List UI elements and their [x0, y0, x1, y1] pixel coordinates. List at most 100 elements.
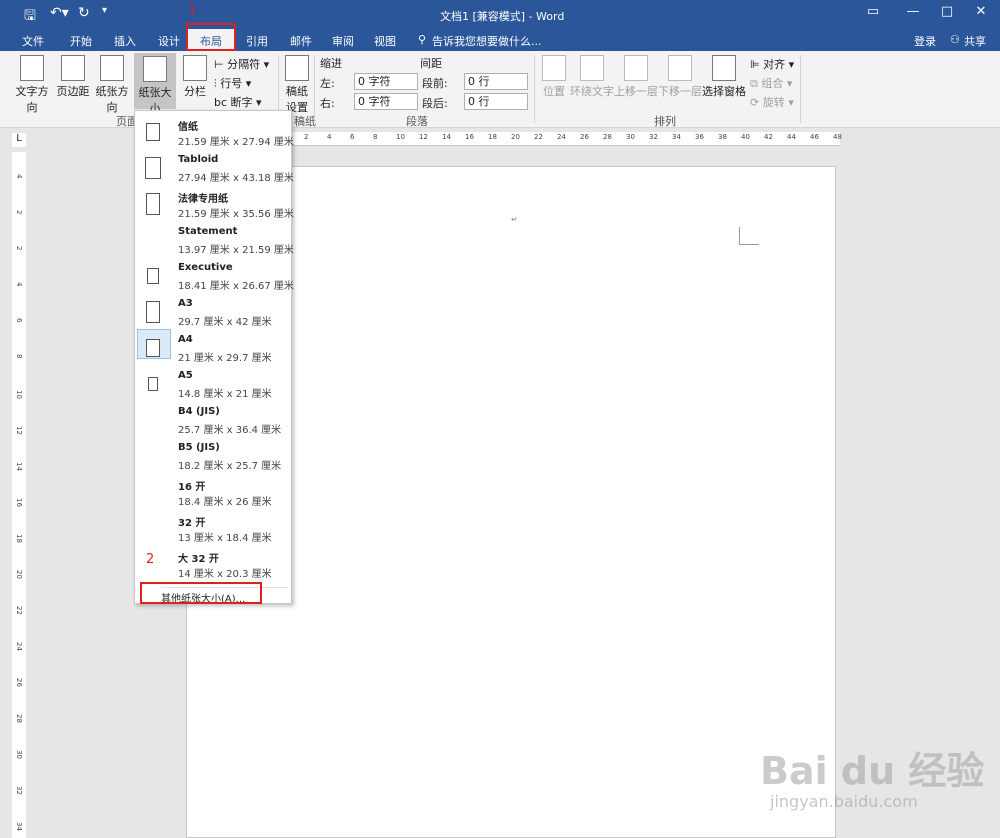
- tab-selector[interactable]: L: [12, 133, 26, 147]
- ruler-tick: 12: [15, 426, 23, 435]
- paper-size-name: 32 开: [178, 518, 206, 529]
- ruler-tick: 26: [580, 133, 589, 141]
- paper-size-item[interactable]: 法律专用纸 21.59 厘米 x 35.56 厘米: [135, 186, 294, 222]
- columns-button[interactable]: 分栏: [180, 55, 210, 99]
- paper-icon: [146, 339, 160, 357]
- ruler-tick: 12: [419, 133, 428, 141]
- columns-icon: [183, 55, 207, 81]
- paper-size-dropdown: 信纸 21.59 厘米 x 27.94 厘米 Tabloid 27.94 厘米 x 4…: [134, 110, 294, 605]
- tab-insert[interactable]: 插入: [114, 33, 136, 49]
- orientation-button[interactable]: 纸张方向: [92, 55, 132, 115]
- align-button[interactable]: ⊫ 对齐 ▾: [750, 56, 794, 72]
- share-button[interactable]: 共享: [964, 33, 986, 49]
- paper-size-item[interactable]: Tabloid 27.94 厘米 x 43.18 厘米: [135, 150, 294, 186]
- send-backward-button[interactable]: 下移一层: [658, 55, 702, 99]
- align-label: 对齐: [763, 58, 786, 71]
- paper-size-item[interactable]: 16 开 18.4 厘米 x 26 厘米: [135, 474, 291, 510]
- ruler-tick: 4: [15, 174, 23, 179]
- group-draft: 稿纸: [294, 115, 316, 128]
- paper-size-item[interactable]: A3 29.7 厘米 x 42 厘米: [135, 294, 291, 330]
- paper-size-name: B4 (JIS): [178, 406, 220, 417]
- ruler-tick: 8: [15, 354, 23, 359]
- bring-forward-icon: [624, 55, 648, 81]
- tab-mailings[interactable]: 邮件: [290, 33, 312, 49]
- hyphenation-button[interactable]: bc 断字 ▾: [214, 94, 262, 110]
- size-icon: [143, 56, 167, 82]
- paper-size-name: Tabloid: [178, 154, 219, 165]
- minimize-icon[interactable]: —: [898, 4, 928, 19]
- indent-heading: 缩进: [320, 57, 342, 70]
- paper-size-dimensions: 18.41 厘米 x 26.67 厘米: [178, 281, 294, 292]
- spacing-before-input[interactable]: 0 行: [464, 73, 528, 90]
- horizontal-ruler[interactable]: 2 4 6 8 10 12 14 16 18 20 22 24 26 28 30 32 34 36 38 40 42 44…: [292, 132, 842, 146]
- tab-design[interactable]: 设计: [158, 33, 180, 49]
- paper-size-dimensions: 13 厘米 x 18.4 厘米: [178, 533, 272, 544]
- ruler-tick: 2: [15, 210, 23, 215]
- vertical-ruler[interactable]: 4 2 2 4 6 8 10 12 14 16 18 20 22 24 26 28 30 32 34: [12, 152, 26, 838]
- group-objects-button[interactable]: ⧉ 组合 ▾: [750, 75, 792, 91]
- watermark-brand: Bai du 经验: [760, 749, 985, 793]
- tab-view[interactable]: 视图: [374, 33, 396, 49]
- spacing-after-input[interactable]: 0 行: [464, 93, 528, 110]
- ruler-tick: 14: [442, 133, 451, 141]
- customize-qat-icon[interactable]: ▾: [102, 5, 107, 16]
- paper-size-dimensions: 29.7 厘米 x 42 厘米: [178, 317, 272, 328]
- line-numbers-button[interactable]: ⫶ 行号 ▾: [214, 75, 251, 91]
- close-icon[interactable]: ✕: [966, 4, 996, 19]
- ruler-tick: 22: [534, 133, 543, 141]
- paper-size-item[interactable]: B4 (JIS) 25.7 厘米 x 36.4 厘米: [135, 402, 291, 438]
- selection-pane-icon: [712, 55, 736, 81]
- tab-home[interactable]: 开始: [70, 33, 92, 49]
- tab-file[interactable]: 文件: [22, 33, 44, 49]
- paper-size-item[interactable]: 大 32 开 14 厘米 x 20.3 厘米: [135, 546, 291, 582]
- save-icon[interactable]: 🖫: [24, 5, 36, 29]
- paper-size-dimensions: 21 厘米 x 29.7 厘米: [178, 353, 272, 364]
- breaks-button[interactable]: ⊢ 分隔符 ▾: [214, 56, 269, 72]
- indent-right-input[interactable]: 0 字符: [354, 93, 418, 110]
- paper-size-dimensions: 27.94 厘米 x 43.18 厘米: [178, 173, 294, 184]
- paper-size-item[interactable]: A5 14.8 厘米 x 21 厘米: [135, 366, 291, 402]
- paper-size-name: 16 开: [178, 482, 206, 493]
- draft-settings-button[interactable]: 稿纸设置: [284, 55, 310, 115]
- tab-review[interactable]: 审阅: [332, 33, 354, 49]
- redo-icon[interactable]: ↻: [78, 5, 90, 21]
- paper-size-item[interactable]: A4 21 厘米 x 29.7 厘米: [135, 330, 291, 366]
- ruler-tick: 8: [373, 133, 378, 141]
- indent-left-input[interactable]: 0 字符: [354, 73, 418, 90]
- rotate-button[interactable]: ⟳ 旋转 ▾: [750, 94, 794, 110]
- text-direction-button[interactable]: 文字方向: [12, 55, 52, 115]
- ribbon-display-icon[interactable]: ▭: [858, 4, 888, 19]
- paper-size-item[interactable]: 信纸 21.59 厘米 x 27.94 厘米: [135, 114, 294, 150]
- paper-size-dimensions: 25.7 厘米 x 36.4 厘米: [178, 425, 282, 436]
- position-button[interactable]: 位置: [540, 55, 568, 99]
- ruler-tick: 20: [15, 570, 23, 579]
- indent-left-label: 左:: [320, 77, 335, 90]
- selection-pane-button[interactable]: 选择窗格: [702, 55, 746, 99]
- maximize-icon[interactable]: □: [932, 4, 962, 19]
- paper-size-dimensions: 18.2 厘米 x 25.7 厘米: [178, 461, 282, 472]
- orientation-label: 纸张方向: [95, 85, 129, 114]
- tell-me-box[interactable]: 告诉我您想要做什么...: [432, 33, 542, 49]
- ruler-tick: 2: [304, 133, 309, 141]
- paper-size-name: 大 32 开: [178, 554, 219, 565]
- paper-size-item[interactable]: B5 (JIS) 18.2 厘米 x 25.7 厘米: [135, 438, 291, 474]
- tab-references[interactable]: 引用: [246, 33, 268, 49]
- undo-icon[interactable]: ↶▾: [50, 5, 69, 21]
- divider: [314, 55, 315, 123]
- watermark-url: jingyan.baidu.com: [770, 792, 918, 811]
- ruler-tick: 16: [15, 498, 23, 507]
- size-button[interactable]: 纸张大小: [134, 53, 176, 115]
- paper-size-item[interactable]: Statement 13.97 厘米 x 21.59 厘米: [135, 222, 294, 258]
- bring-forward-button[interactable]: 上移一层: [614, 55, 658, 99]
- ruler-tick: 28: [603, 133, 612, 141]
- ruler-tick: 32: [15, 786, 23, 795]
- send-backward-label: 下移一层: [658, 85, 702, 98]
- bring-forward-label: 上移一层: [614, 85, 658, 98]
- paper-size-item[interactable]: Executive 18.41 厘米 x 26.67 厘米: [135, 258, 294, 294]
- wrap-text-button[interactable]: 环绕文字: [570, 55, 614, 99]
- margins-button[interactable]: 页边距: [56, 55, 90, 99]
- ruler-tick: 44: [787, 133, 796, 141]
- signin-link[interactable]: 登录: [914, 33, 936, 49]
- paper-size-item[interactable]: 32 开 13 厘米 x 18.4 厘米: [135, 510, 291, 546]
- paragraph-mark: ↵: [511, 215, 518, 224]
